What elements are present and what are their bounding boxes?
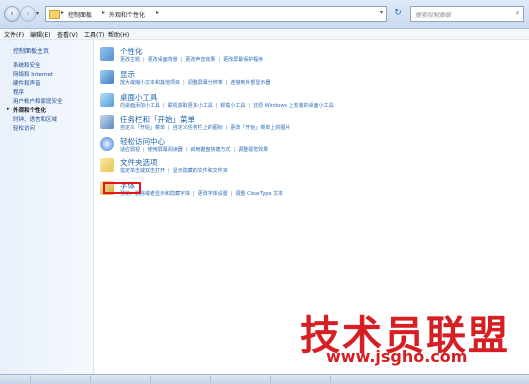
taskbar-icon[interactable] [100,115,114,129]
category-links: 更改主题 | 更改桌面背景 | 更改声音效果 | 更改屏幕保护程序 [120,57,264,63]
chevron-down-icon[interactable]: ▾ [380,9,383,16]
bottom-bar-cell [180,376,211,382]
address-input[interactable]: ▸ 控制面板 ▸ 外观和个性化 ▸ ▾ [45,6,387,22]
task-link[interactable]: 启用键盘快捷方式 [190,147,230,153]
task-link[interactable]: 还原 Windows 上安装的桌面小工具 [253,103,334,109]
control-panel-home-link[interactable]: 控制面板主页 [13,46,49,55]
task-link[interactable]: 向桌面添加小工具 [120,103,160,109]
task-link[interactable]: 卸载小工具 [220,103,245,109]
bottom-bar-cell [0,376,31,382]
breadcrumb-control-panel[interactable]: 控制面板 [68,10,92,19]
sidebar-item-ease-of-access[interactable]: 轻松访问 [13,124,35,132]
search-placeholder: 搜索控制面板 [415,12,452,19]
change-font-settings-link[interactable]: 更改字体设置 [198,191,228,197]
task-link[interactable]: 放大或缩小文本和其他项目 [120,80,180,86]
search-input[interactable]: 搜索控制面板 ⌕ [410,6,524,22]
refresh-icon[interactable]: ↻ [392,7,404,19]
task-link[interactable]: 使用屏幕阅读器 [148,147,183,153]
sidebar-item-system-security[interactable]: 系统和安全 [13,61,41,69]
menu-view[interactable]: 查看(V) [57,30,78,39]
task-link[interactable]: 连接到外部显示器 [230,80,270,86]
task-link[interactable]: 调整视觉效果 [238,147,268,153]
task-link[interactable]: 自定义「开始」菜单 [120,125,165,131]
left-navigation-pane: 控制面板主页 系统和安全 网络和 Internet 硬件和声音 程序 用户帐户和… [0,40,94,383]
task-link[interactable]: 更改声音效果 [185,57,215,63]
back-button[interactable]: ‹ [4,6,20,22]
menu-file[interactable]: 文件(F) [4,30,24,39]
sidebar-item-clock-language[interactable]: 时钟、语言和区域 [13,115,57,123]
sidebar-item-hardware-sound[interactable]: 硬件和声音 [13,79,41,87]
sidebar-item-user-accounts[interactable]: 用户帐户和家庭安全 [13,97,63,105]
category-links: 自定义「开始」菜单 | 自定义任务栏上的图标 | 更改「开始」菜单上的图片 [120,125,291,131]
menu-help[interactable]: 帮助(H) [108,30,129,39]
breadcrumb-separator-icon[interactable]: ▸ [61,9,64,16]
task-link[interactable]: 调整屏幕分辨率 [188,80,223,86]
current-item-arrow-icon: ▸ [7,106,10,112]
address-bar: ‹ › ▾ ▸ 控制面板 ▸ 外观和个性化 ▸ ▾ ↻ 搜索控制面板 ⌕ [0,0,529,29]
recent-pages-dropdown[interactable]: ▾ [36,10,39,17]
task-link[interactable]: 更改主题 [120,57,140,63]
folder-icon[interactable] [100,158,114,172]
bottom-bar-cell [60,376,91,382]
task-link[interactable]: 自定义任务栏上的图标 [173,125,223,131]
category-links: 向桌面添加小工具 | 联机获取更多小工具 | 卸载小工具 | 还原 Windows 上安装的… [120,103,334,109]
task-link[interactable]: 适应弱视 [120,147,140,153]
category-links: 预览、删除或者显示和隐藏字体 | 更改字体设置 | 调整 ClearType 文本 [120,191,284,197]
search-icon[interactable]: ⌕ [516,8,520,18]
task-link[interactable]: 联机获取更多小工具 [168,103,213,109]
personalization-icon[interactable] [100,47,114,61]
highlight-box [103,182,141,194]
control-panel-icon [49,10,60,19]
task-link[interactable]: 更改桌面背景 [148,57,178,63]
menu-tools[interactable]: 工具(T) [84,30,104,39]
task-link[interactable]: 指定单击或双击打开 [120,168,165,174]
breadcrumb-separator-icon[interactable]: ▸ [156,9,159,16]
category-links: 指定单击或双击打开 | 显示隐藏的文件和文件夹 [120,168,228,174]
breadcrumb-separator-icon[interactable]: ▸ [102,9,105,16]
task-link[interactable]: 更改「开始」菜单上的图片 [230,125,290,131]
gadgets-icon[interactable] [100,93,114,107]
display-icon[interactable] [100,70,114,84]
watermark-url: www.jsgho.com [326,347,468,366]
category-links: 适应弱视 | 使用屏幕阅读器 | 启用键盘快捷方式 | 调整视觉效果 [120,147,269,153]
bottom-bar-cell [240,376,271,382]
category-links: 放大或缩小文本和其他项目 | 调整屏幕分辨率 | 连接到外部显示器 [120,80,271,86]
breadcrumb-appearance[interactable]: 外观和个性化 [109,10,145,19]
task-link[interactable]: 显示隐藏的文件和文件夹 [173,168,228,174]
bottom-bar-cell [300,376,331,382]
task-link[interactable]: 调整 ClearType 文本 [235,191,283,197]
bottom-bar-cell [120,376,151,382]
sidebar-item-appearance[interactable]: 外观和个性化 [13,106,46,114]
ease-of-access-icon[interactable] [100,137,114,151]
menu-bar: 文件(F) 编辑(E) 查看(V) 工具(T) 帮助(H) [0,29,529,40]
control-panel-window: ‹ › ▾ ▸ 控制面板 ▸ 外观和个性化 ▸ ▾ ↻ 搜索控制面板 ⌕ 文件(… [0,0,529,384]
task-link[interactable]: 更改屏幕保护程序 [223,57,263,63]
forward-button[interactable]: › [20,6,36,22]
sidebar-item-programs[interactable]: 程序 [13,88,24,96]
sidebar-item-network[interactable]: 网络和 Internet [13,70,53,78]
menu-edit[interactable]: 编辑(E) [30,30,50,39]
